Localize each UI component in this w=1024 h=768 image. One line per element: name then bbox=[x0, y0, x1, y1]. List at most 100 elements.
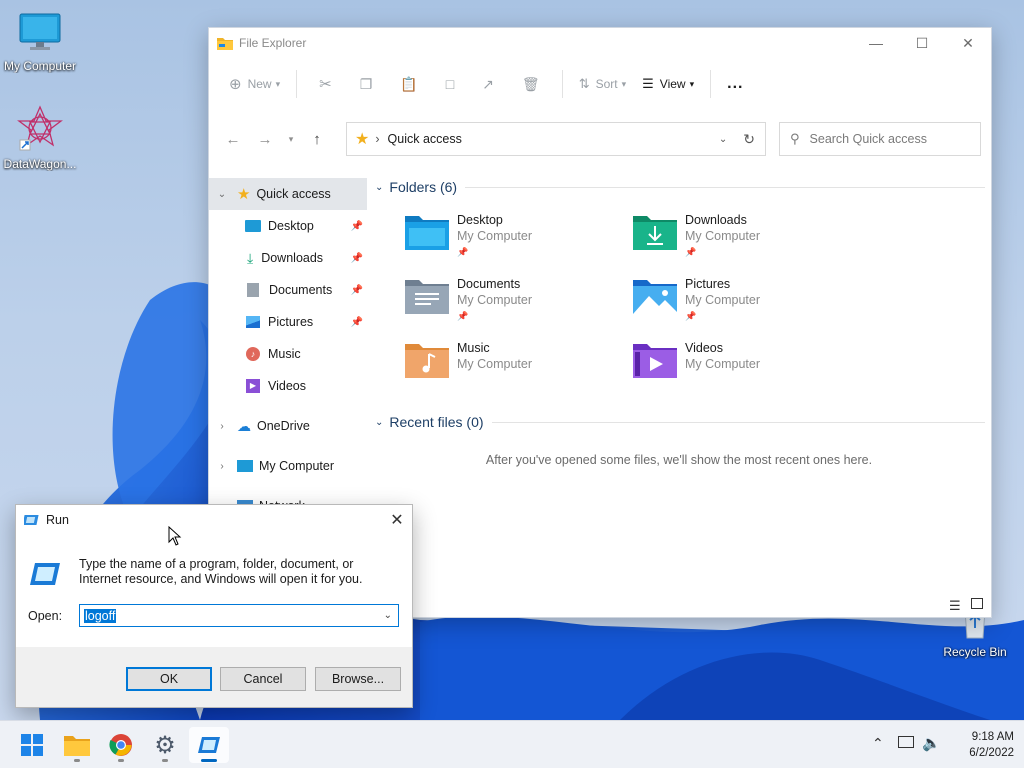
desktop-icon-my-computer[interactable]: My Computer bbox=[0, 10, 80, 73]
folder-tile-pictures[interactable]: Pictures My Computer 📌 bbox=[633, 276, 853, 332]
clipboard-icon: 📋 bbox=[400, 75, 418, 92]
document-icon bbox=[247, 283, 259, 297]
close-button[interactable]: ✕ bbox=[382, 510, 412, 530]
chevron-down-icon: ⌄ bbox=[375, 416, 384, 428]
copy-button[interactable]: ❐ bbox=[346, 68, 387, 100]
up-button[interactable]: ↑ bbox=[301, 123, 333, 155]
documents-folder-icon bbox=[405, 280, 449, 314]
taskbar-run[interactable] bbox=[189, 727, 229, 763]
ok-button[interactable]: OK bbox=[126, 667, 212, 691]
sort-button[interactable]: ⇅ Sort ▾ bbox=[571, 68, 634, 100]
active-indicator bbox=[201, 759, 217, 762]
start-button[interactable] bbox=[12, 727, 52, 763]
desktop-icon-datawagon[interactable]: DataWagon... bbox=[0, 104, 80, 171]
nav-item-label: My Computer bbox=[259, 459, 335, 473]
paste-button[interactable]: 📋 bbox=[386, 68, 431, 100]
open-input-value[interactable]: logoff bbox=[84, 608, 117, 623]
more-options-button[interactable]: ... bbox=[719, 68, 751, 100]
taskbar-file-explorer[interactable] bbox=[57, 727, 97, 763]
chrome-icon bbox=[109, 734, 132, 756]
rename-button[interactable]: □ bbox=[432, 68, 468, 100]
pin-icon: 📌 bbox=[457, 247, 469, 257]
chevron-down-icon[interactable]: ⌄ bbox=[384, 610, 392, 621]
forward-button[interactable]: → bbox=[249, 123, 281, 155]
network-status-icon[interactable] bbox=[898, 736, 914, 748]
address-dropdown-icon[interactable]: ⌄ bbox=[719, 134, 727, 145]
clock[interactable]: 9:18 AM 6/2/2022 bbox=[969, 729, 1014, 761]
chevron-right-icon[interactable]: › bbox=[215, 421, 229, 432]
delete-button[interactable]: 🗑 bbox=[508, 68, 554, 100]
volume-icon[interactable]: 🔈 bbox=[922, 734, 941, 752]
open-label: Open: bbox=[28, 609, 63, 623]
folder-name: Pictures bbox=[685, 277, 731, 291]
desktop-folder-icon bbox=[245, 220, 261, 232]
datawagon-logo-icon bbox=[17, 105, 63, 151]
search-input[interactable]: ⚲ Search Quick access bbox=[779, 122, 981, 156]
nav-item-downloads[interactable]: ⤓ Downloads 📌 bbox=[209, 242, 367, 274]
run-body: Type the name of a program, folder, docu… bbox=[16, 535, 412, 647]
nav-item-documents[interactable]: Documents 📌 bbox=[209, 274, 367, 306]
gear-icon: ⚙ bbox=[154, 731, 176, 759]
chevron-down-icon: ▾ bbox=[689, 78, 695, 89]
taskbar-chrome[interactable] bbox=[101, 727, 141, 763]
address-bar[interactable]: ★ › Quick access ⌄ ↻ bbox=[346, 122, 766, 156]
section-divider bbox=[465, 186, 985, 188]
chevron-down-icon[interactable]: ⌄ bbox=[215, 189, 229, 200]
folder-name: Desktop bbox=[457, 213, 503, 227]
desktop-icon-label: My Computer bbox=[3, 59, 77, 73]
toolbar-divider bbox=[561, 70, 563, 98]
nav-item-music[interactable]: ♪ Music bbox=[209, 338, 367, 370]
nav-item-label: Quick access bbox=[256, 187, 331, 201]
tiles-view-button[interactable] bbox=[971, 598, 983, 609]
nav-item-my-computer[interactable]: › My Computer bbox=[209, 450, 367, 482]
nav-item-label: Videos bbox=[268, 379, 306, 393]
maximize-button[interactable]: ☐ bbox=[899, 28, 945, 58]
folder-tile-desktop[interactable]: Desktop My Computer 📌 bbox=[405, 212, 625, 268]
nav-item-desktop[interactable]: Desktop 📌 bbox=[209, 210, 367, 242]
pin-icon: 📌 bbox=[350, 316, 363, 328]
recent-locations-button[interactable]: ▾ bbox=[281, 123, 301, 155]
nav-item-videos[interactable]: ▶ Videos bbox=[209, 370, 367, 402]
running-indicator bbox=[118, 759, 124, 762]
computer-icon bbox=[19, 13, 61, 50]
details-view-button[interactable]: ☰ bbox=[949, 598, 961, 614]
browse-button[interactable]: Browse... bbox=[315, 667, 401, 691]
nav-item-pictures[interactable]: Pictures 📌 bbox=[209, 306, 367, 338]
folders-section-header[interactable]: ⌄ Folders (6) bbox=[375, 176, 985, 198]
folder-location: My Computer bbox=[685, 293, 761, 307]
share-button[interactable]: ↗ bbox=[468, 68, 508, 100]
back-button[interactable]: ← bbox=[217, 123, 249, 155]
new-button-label: New bbox=[247, 77, 272, 91]
pin-icon: 📌 bbox=[457, 311, 469, 321]
star-icon: ★ bbox=[355, 131, 370, 148]
taskbar-settings[interactable]: ⚙ bbox=[145, 727, 185, 763]
pin-icon: 📌 bbox=[350, 252, 363, 264]
pin-icon: 📌 bbox=[685, 247, 697, 257]
recent-files-heading: Recent files (0) bbox=[389, 414, 484, 430]
open-combobox[interactable]: logoff ⌄ bbox=[79, 604, 399, 627]
folder-tile-videos[interactable]: Videos My Computer bbox=[633, 340, 853, 396]
close-button[interactable]: ✕ bbox=[945, 28, 991, 58]
folder-tile-documents[interactable]: Documents My Computer 📌 bbox=[405, 276, 625, 332]
refresh-icon[interactable]: ↻ bbox=[743, 131, 755, 148]
folder-tile-downloads[interactable]: Downloads My Computer 📌 bbox=[633, 212, 853, 268]
cut-button[interactable]: ✂ bbox=[305, 68, 346, 100]
cancel-button[interactable]: Cancel bbox=[220, 667, 306, 691]
chevron-up-icon[interactable]: ⌃ bbox=[872, 735, 884, 752]
nav-item-quick-access[interactable]: ⌄ ★ Quick access bbox=[209, 178, 367, 210]
nav-item-onedrive[interactable]: › ☁ OneDrive bbox=[209, 410, 367, 442]
recent-files-section-header[interactable]: ⌄ Recent files (0) bbox=[375, 411, 985, 433]
run-titlebar[interactable]: Run ✕ bbox=[16, 505, 412, 535]
search-placeholder: Search Quick access bbox=[809, 132, 927, 146]
nav-item-label: Music bbox=[268, 347, 301, 361]
explorer-titlebar[interactable]: File Explorer — ☐ ✕ bbox=[209, 28, 991, 58]
minimize-button[interactable]: — bbox=[853, 28, 899, 58]
folder-tile-music[interactable]: Music My Computer bbox=[405, 340, 625, 396]
folders-heading: Folders (6) bbox=[389, 179, 458, 195]
new-button[interactable]: ⊕ New ▾ bbox=[221, 68, 288, 100]
folder-name: Downloads bbox=[685, 213, 747, 227]
videos-folder-icon bbox=[633, 344, 677, 378]
chevron-right-icon[interactable]: › bbox=[215, 461, 229, 472]
view-button[interactable]: ☰ View ▾ bbox=[634, 68, 702, 100]
star-icon: ★ bbox=[237, 186, 251, 203]
